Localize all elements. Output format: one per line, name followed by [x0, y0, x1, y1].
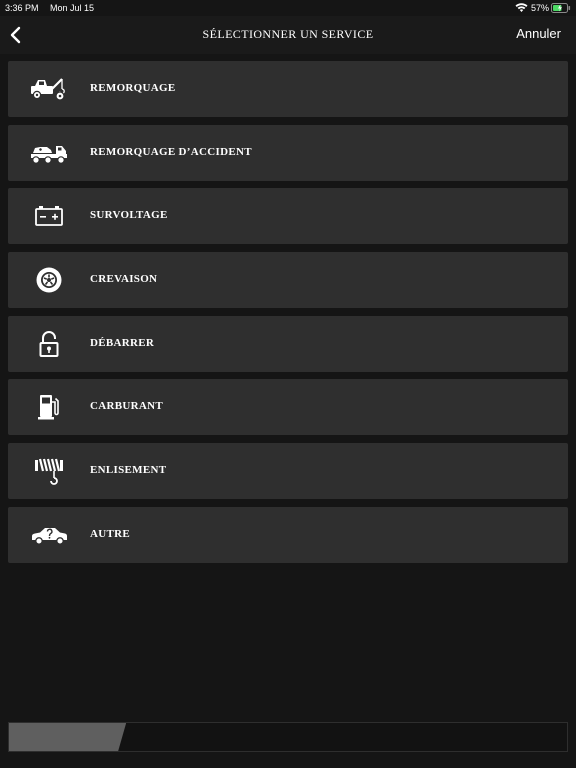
winch-icon [30, 456, 68, 486]
service-label: REMORQUAGE [90, 82, 176, 94]
page-title: SÉLECTIONNER UN SERVICE [202, 27, 374, 41]
service-label: AUTRE [90, 527, 131, 540]
progress-track [8, 722, 568, 752]
status-date: Mon Jul 15 [50, 3, 95, 13]
battery-icon [551, 3, 571, 13]
battery-percent: 57% [531, 3, 550, 13]
service-label: CREVAISON [90, 273, 158, 286]
status-time: 3:36 PM [5, 3, 39, 13]
service-label: SURVOLTAGE [90, 209, 168, 222]
car-question-icon [30, 520, 68, 550]
service-item-winching[interactable]: ENLISEMENT [8, 443, 568, 500]
wifi-icon [515, 2, 528, 13]
tow-truck-icon [30, 74, 68, 104]
status-bar: 3:36 PM Mon Jul 15 57% [0, 0, 576, 16]
service-item-fuel[interactable]: CARBURANT [8, 379, 568, 436]
service-item-towing[interactable]: REMORQUAGE [8, 61, 568, 117]
service-item-unlock[interactable]: DÉBARRER [8, 315, 568, 372]
service-item-flat-tire[interactable]: CREVAISON [8, 252, 568, 309]
flat-tire-icon [30, 265, 68, 295]
fuel-pump-icon [30, 392, 68, 422]
accident-tow-icon [30, 138, 68, 168]
service-label: REMORQUAGE D’ACCIDENT [90, 145, 252, 158]
service-label: ENLISEMENT [90, 464, 167, 477]
battery-jump-icon [30, 201, 68, 231]
service-item-jump-start[interactable]: SURVOLTAGE [8, 188, 568, 245]
service-label: CARBURANT [90, 400, 163, 413]
progress-fill [9, 723, 126, 751]
service-list: REMORQUAGE REMORQUAGE D’ACCIDENT SURVOLT… [8, 61, 568, 571]
unlock-icon [30, 329, 68, 359]
cancel-button[interactable]: Annuler [516, 26, 561, 41]
service-item-accident-towing[interactable]: REMORQUAGE D’ACCIDENT [8, 124, 568, 181]
navigation-bar: SÉLECTIONNER UN SERVICE Annuler [0, 16, 576, 54]
service-label: DÉBARRER [90, 336, 155, 349]
service-item-other[interactable]: AUTRE [8, 506, 568, 563]
